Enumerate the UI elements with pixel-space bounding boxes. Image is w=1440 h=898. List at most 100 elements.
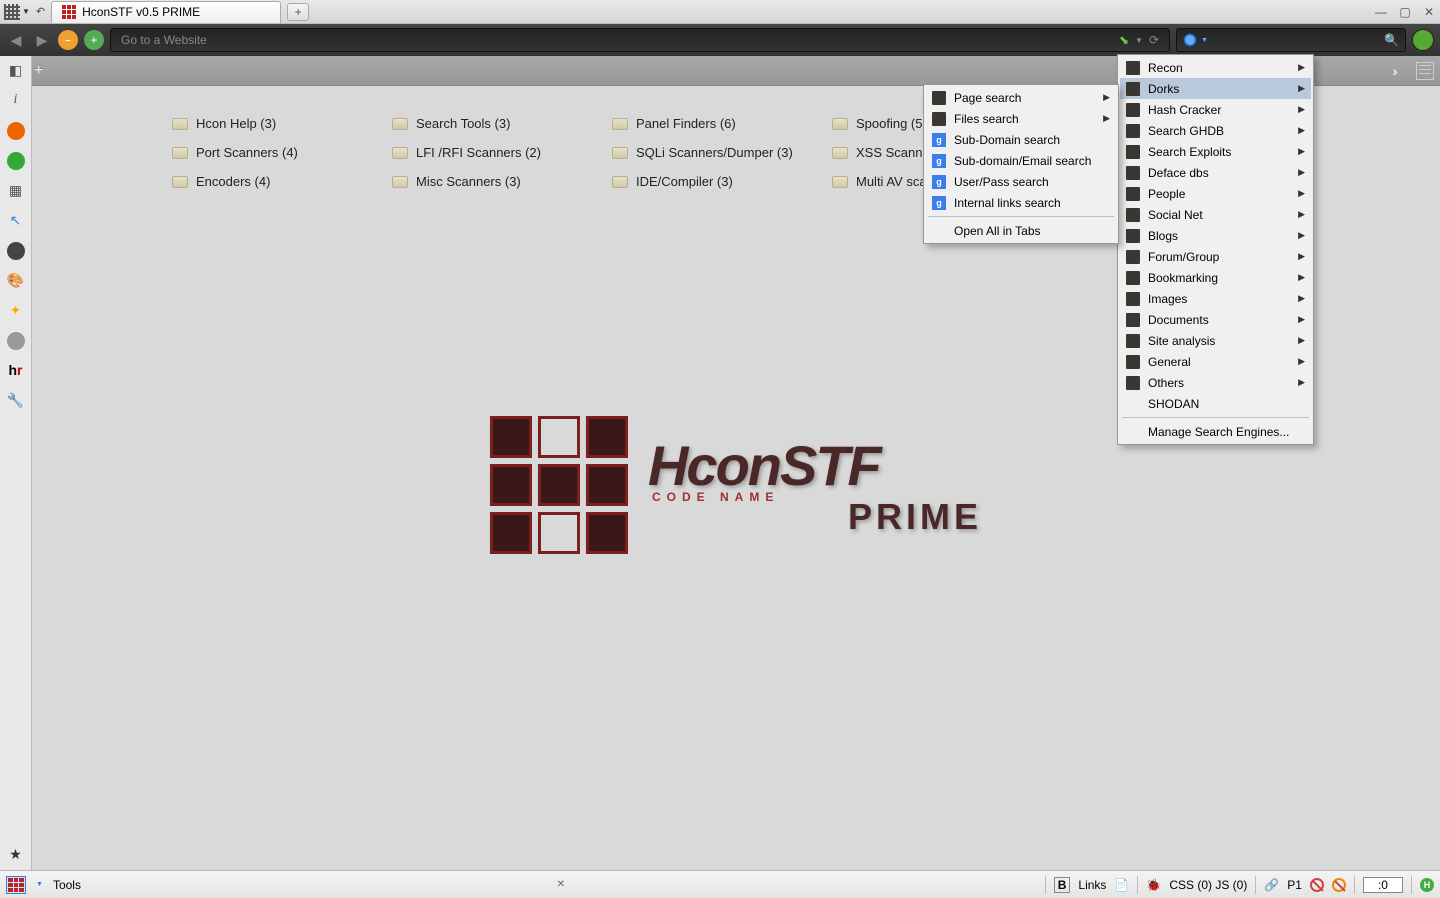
status-link-icon[interactable]: 🔗: [1264, 878, 1279, 892]
menu-item-others[interactable]: Others▶: [1120, 372, 1311, 393]
submenu-item-sub-domain-email-search[interactable]: gSub-domain/Email search: [926, 150, 1116, 171]
menu-item-general[interactable]: General▶: [1120, 351, 1311, 372]
folder-icon: [832, 118, 848, 130]
bold-icon[interactable]: B: [1054, 877, 1071, 893]
urlbar-dropdown-icon[interactable]: ▼: [1135, 36, 1143, 45]
submenu-item-user-pass-search[interactable]: gUser/Pass search: [926, 171, 1116, 192]
search-submit-icon[interactable]: 🔍: [1384, 33, 1399, 47]
url-bar[interactable]: Go to a Website ⬊ ▼ ⟳: [110, 28, 1170, 52]
sidebar-star-icon[interactable]: ★: [7, 846, 25, 864]
sidebar-cursor-icon[interactable]: ↖: [7, 212, 25, 230]
menu-item-blogs[interactable]: Blogs▶: [1120, 225, 1311, 246]
start-menu-caret[interactable]: ▼: [36, 881, 43, 888]
stop-button[interactable]: –: [58, 30, 78, 50]
menu-item-dorks[interactable]: Dorks▶: [1120, 78, 1311, 99]
submenu-arrow-icon: ▶: [1298, 125, 1305, 136]
tab-groups-icon[interactable]: [4, 4, 20, 20]
status-tools-label[interactable]: Tools: [53, 878, 81, 892]
sidebar-hr-icon[interactable]: hr: [7, 362, 25, 380]
addons-icon[interactable]: ⬊: [1119, 33, 1129, 47]
folder-icon: [1126, 124, 1140, 138]
forward-button[interactable]: ▶: [32, 30, 52, 50]
close-icon[interactable]: ✕: [1422, 5, 1436, 19]
maximize-icon[interactable]: ▢: [1398, 5, 1412, 19]
submenu-arrow-icon: ▶: [1298, 146, 1305, 157]
folder-item[interactable]: Panel Finders (6): [612, 116, 832, 131]
menu-item-recon[interactable]: Recon▶: [1120, 57, 1311, 78]
start-menu-icon[interactable]: [6, 876, 26, 894]
url-placeholder: Go to a Website: [121, 33, 207, 47]
reload-in-urlbar-icon[interactable]: ⟳: [1149, 33, 1159, 47]
menu-item-people[interactable]: People▶: [1120, 183, 1311, 204]
menu-item-search-ghdb[interactable]: Search GHDB▶: [1120, 120, 1311, 141]
menu-item-manage-search-engines[interactable]: Manage Search Engines...: [1120, 421, 1311, 442]
sidebar-green-icon[interactable]: [7, 152, 25, 170]
folder-item[interactable]: Misc Scanners (3): [392, 174, 612, 189]
undo-close-tab-icon[interactable]: ↶: [36, 5, 45, 18]
menu-item-shodan[interactable]: SHODAN: [1120, 393, 1311, 414]
menu-item-site-analysis[interactable]: Site analysis▶: [1120, 330, 1311, 351]
titlebar: ▼ ↶ HconSTF v0.5 PRIME + — ▢ ✕: [0, 0, 1440, 24]
browser-tab[interactable]: HconSTF v0.5 PRIME: [51, 1, 281, 23]
sidebar-bulb-icon[interactable]: [7, 332, 25, 350]
folder-icon: [1126, 103, 1140, 117]
noscript-icon[interactable]: [1310, 878, 1324, 892]
status-file-icon[interactable]: 📄: [1114, 878, 1129, 892]
folder-item[interactable]: SQLi Scanners/Dumper (3): [612, 145, 832, 160]
folder-item[interactable]: LFI /RFI Scanners (2): [392, 145, 612, 160]
folder-item[interactable]: Port Scanners (4): [172, 145, 392, 160]
submenu-item-files-search[interactable]: Files search▶: [926, 108, 1116, 129]
search-bar[interactable]: ▼ 🔍: [1176, 28, 1406, 52]
folder-item[interactable]: IDE/Compiler (3): [612, 174, 832, 189]
add-bookmark-icon[interactable]: +: [34, 62, 43, 80]
folder-icon: [1126, 229, 1140, 243]
menu-item-deface-dbs[interactable]: Deface dbs▶: [1120, 162, 1311, 183]
folder-icon: [172, 147, 188, 159]
back-button[interactable]: ◀: [6, 30, 26, 50]
menu-item-hash-cracker[interactable]: Hash Cracker▶: [1120, 99, 1311, 120]
menu-item-documents[interactable]: Documents▶: [1120, 309, 1311, 330]
menu-item-search-exploits[interactable]: Search Exploits▶: [1120, 141, 1311, 162]
sidebar-grid-icon[interactable]: ▦: [7, 182, 25, 200]
sidebar-wrench-icon[interactable]: 🔧: [7, 392, 25, 410]
submenu-item-sub-domain-search[interactable]: gSub-Domain search: [926, 129, 1116, 150]
submenu-item-internal-links-search[interactable]: gInternal links search: [926, 192, 1116, 213]
search-engine-menu: Recon▶Dorks▶Hash Cracker▶Search GHDB▶Sea…: [1117, 54, 1314, 445]
bookmark-overflow-icon[interactable]: ›››: [1392, 63, 1394, 79]
sidebar-panel-icon[interactable]: ◧: [7, 62, 25, 80]
status-h-icon[interactable]: H: [1420, 878, 1434, 892]
sidebar-mask-icon[interactable]: [7, 242, 25, 260]
folder-icon: [392, 118, 408, 130]
search-engine-icon[interactable]: [1183, 33, 1197, 47]
folder-icon: [1126, 208, 1140, 222]
profile-avatar-icon[interactable]: [1412, 29, 1434, 51]
submenu-item-page-search[interactable]: Page search▶: [926, 87, 1116, 108]
adblock-icon[interactable]: [1332, 878, 1346, 892]
tab-groups-caret[interactable]: ▼: [22, 7, 30, 16]
submenu-item-open-all-tabs[interactable]: Open All in Tabs: [926, 220, 1116, 241]
bookmark-list-icon[interactable]: [1416, 62, 1434, 80]
google-icon: g: [932, 154, 946, 168]
folder-item[interactable]: Search Tools (3): [392, 116, 612, 131]
search-engine-caret[interactable]: ▼: [1201, 37, 1208, 44]
reload-button[interactable]: +: [84, 30, 104, 50]
status-p1-label[interactable]: P1: [1287, 878, 1302, 892]
submenu-arrow-icon: ▶: [1298, 293, 1305, 304]
minimize-icon[interactable]: —: [1374, 5, 1388, 19]
menu-item-bookmarking[interactable]: Bookmarking▶: [1120, 267, 1311, 288]
firebug-icon[interactable]: 🐞: [1146, 878, 1161, 892]
folder-icon: [1126, 61, 1140, 75]
sidebar-orange-icon[interactable]: [7, 122, 25, 140]
status-close-icon[interactable]: ✕: [557, 879, 565, 890]
submenu-arrow-icon: ▶: [1298, 356, 1305, 367]
folder-item[interactable]: Hcon Help (3): [172, 116, 392, 131]
sidebar-spark-icon[interactable]: ✦: [7, 302, 25, 320]
sidebar-palette-icon[interactable]: 🎨: [7, 272, 25, 290]
menu-item-forum-group[interactable]: Forum/Group▶: [1120, 246, 1311, 267]
folder-item[interactable]: Encoders (4): [172, 174, 392, 189]
sidebar-info-icon[interactable]: i: [7, 92, 25, 110]
menu-item-images[interactable]: Images▶: [1120, 288, 1311, 309]
menu-item-social-net[interactable]: Social Net▶: [1120, 204, 1311, 225]
status-links-label[interactable]: Links: [1078, 878, 1106, 892]
new-tab-button[interactable]: +: [287, 3, 309, 21]
